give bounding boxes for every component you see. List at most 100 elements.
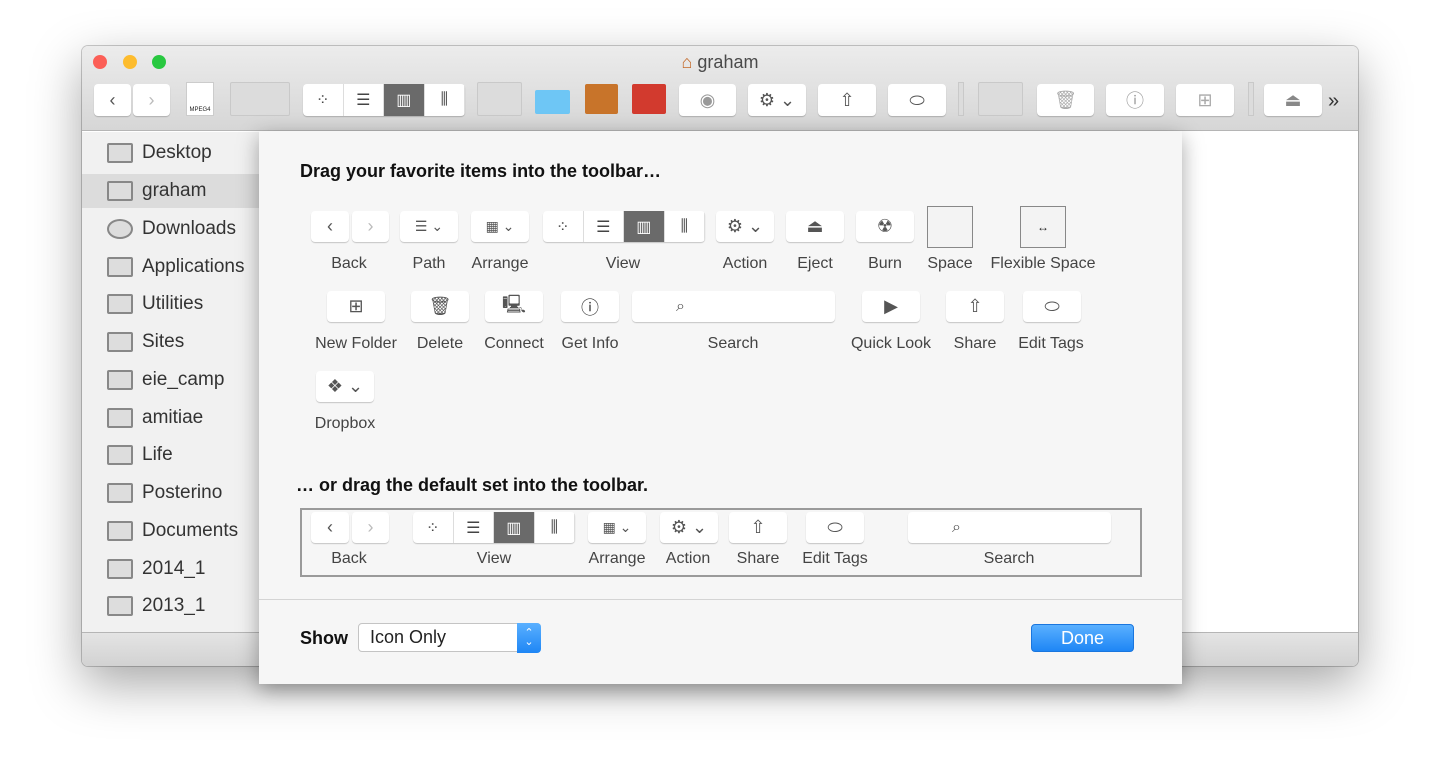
- trash-icon: 🗑︎: [1054, 89, 1077, 110]
- palette-space-item[interactable]: [927, 206, 973, 248]
- default-label: Share: [736, 550, 780, 567]
- gear-icon: ⚙ ⌄: [726, 216, 764, 236]
- new-folder-icon: ⊞: [1197, 89, 1213, 110]
- cover-flow-icon[interactable]: ⫼: [425, 84, 465, 116]
- photo-folder-icon[interactable]: [585, 84, 618, 114]
- delete-button[interactable]: 🗑︎: [1037, 84, 1094, 116]
- sidebar-item-amitiae[interactable]: amitiae: [82, 401, 260, 435]
- sidebar-label: graham: [142, 180, 207, 201]
- sidebar-label: Applications: [142, 256, 245, 277]
- sidebar-item-documents[interactable]: Documents: [82, 514, 260, 548]
- burn-icon: ☢: [876, 216, 894, 236]
- sidebar-item-applications[interactable]: Applications: [82, 250, 260, 284]
- palette-path-button[interactable]: ☰ ⌄: [400, 211, 458, 242]
- view-segmented-control[interactable]: ⁘ ☰ ▥ ⫼: [303, 84, 465, 116]
- sidebar-item-downloads[interactable]: Downloads: [82, 212, 260, 246]
- palette-search-field[interactable]: ⌕: [632, 291, 835, 322]
- forward-button[interactable]: ›: [133, 84, 170, 116]
- play-icon: ▶: [884, 296, 898, 316]
- desktop-icon: [107, 143, 133, 163]
- default-set-heading: … or drag the default set into the toolb…: [296, 475, 649, 495]
- palette-edit-tags-button[interactable]: ⬭: [1023, 291, 1081, 322]
- palette-label: Arrange: [471, 255, 529, 272]
- palette-label: Delete: [416, 335, 464, 352]
- palette-share-button[interactable]: ⇧: [946, 291, 1004, 322]
- toolbar-space: [230, 82, 290, 116]
- show-popup[interactable]: Icon Only ⌃ ⌄: [358, 623, 541, 653]
- default-view-control: ⁘ ☰ ▥ ⫼: [413, 512, 575, 543]
- palette-view-control[interactable]: ⁘ ☰ ▥ ⫼: [543, 211, 705, 242]
- chevron-right-icon: ›: [367, 216, 374, 236]
- icon-view-icon[interactable]: ⁘: [303, 84, 344, 116]
- palette-burn-button[interactable]: ☢: [856, 211, 914, 242]
- palette-get-info-button[interactable]: ⓘ: [561, 291, 619, 322]
- gear-icon: ⚙ ⌄: [670, 517, 708, 537]
- done-button[interactable]: Done: [1031, 624, 1134, 652]
- palette-label: Action: [722, 255, 768, 272]
- eject-icon: ⏏: [806, 216, 824, 236]
- toolbar-overflow-button[interactable]: »: [1328, 90, 1339, 113]
- folder-icon: [107, 559, 133, 579]
- chevron-left-icon: ‹: [327, 216, 333, 236]
- get-info-button[interactable]: ⓘ: [1106, 84, 1164, 116]
- edit-tags-button[interactable]: ⬭: [888, 84, 946, 116]
- sidebar-item-utilities[interactable]: Utilities: [82, 287, 260, 321]
- palette-label: Eject: [797, 255, 833, 272]
- palette-label: Connect: [484, 335, 544, 352]
- folder-icon: [107, 294, 133, 314]
- divider: [259, 599, 1182, 600]
- art-folder-icon[interactable]: [632, 84, 666, 114]
- back-button[interactable]: ‹: [94, 84, 131, 116]
- folder-icon[interactable]: [535, 90, 570, 114]
- palette-forward-button[interactable]: ›: [352, 211, 389, 242]
- folder-icon: [107, 483, 133, 503]
- sidebar-label: Sites: [142, 331, 185, 352]
- new-folder-button[interactable]: ⊞: [1176, 84, 1234, 116]
- share-button[interactable]: ⇧: [818, 84, 876, 116]
- list-view-icon[interactable]: ☰: [344, 84, 384, 116]
- search-icon: ⌕: [676, 297, 685, 315]
- palette-action-button[interactable]: ⚙ ⌄: [716, 211, 774, 242]
- sidebar-item-graham[interactable]: graham: [82, 174, 260, 208]
- sidebar-item-eie-camp[interactable]: eie_camp: [82, 363, 260, 397]
- connect-icon: 🖳: [501, 293, 526, 314]
- quick-look-button[interactable]: ◉: [679, 84, 736, 116]
- sidebar-item-desktop[interactable]: Desktop: [82, 136, 260, 170]
- palette-label: Space: [927, 255, 973, 272]
- column-view-icon[interactable]: ▥: [384, 84, 425, 116]
- mpeg4-file-icon[interactable]: MPEG4: [186, 82, 214, 116]
- palette-new-folder-button[interactable]: ⊞: [327, 291, 385, 322]
- palette-eject-button[interactable]: ⏏: [786, 211, 844, 242]
- eye-icon: ◉: [699, 89, 716, 110]
- toolbar-space: [477, 82, 522, 116]
- sidebar-item-life[interactable]: Life: [82, 438, 260, 472]
- arrange-icon: ▦ ⌄: [485, 218, 515, 234]
- palette-delete-button[interactable]: 🗑︎: [411, 291, 469, 322]
- sidebar-item-sites[interactable]: Sites: [82, 325, 260, 359]
- column-view-icon: ▥: [494, 512, 535, 543]
- default-label: Action: [665, 550, 711, 567]
- folder-icon: [107, 408, 133, 428]
- action-button[interactable]: ⚙ ⌄: [748, 84, 806, 116]
- sidebar-item-2014-1[interactable]: 2014_1: [82, 552, 260, 586]
- palette-arrange-button[interactable]: ▦ ⌄: [471, 211, 529, 242]
- sidebar-label: Downloads: [142, 218, 236, 239]
- sidebar-item-posterino[interactable]: Posterino: [82, 476, 260, 510]
- palette-label: Search: [707, 335, 759, 352]
- palette-flexible-space-item[interactable]: ↔: [1020, 206, 1066, 248]
- search-icon: ⌕: [952, 518, 961, 536]
- palette-quick-look-button[interactable]: ▶: [862, 291, 920, 322]
- palette-connect-button[interactable]: 🖳: [485, 291, 543, 322]
- palette-back-button[interactable]: ‹: [311, 211, 349, 242]
- sidebar-label: Life: [142, 444, 173, 465]
- default-action-button: ⚙ ⌄: [660, 512, 718, 543]
- palette-dropbox-button[interactable]: ❖ ⌄: [316, 371, 374, 402]
- sidebar-item-2013-1[interactable]: 2013_1: [82, 589, 260, 623]
- sidebar-label: Desktop: [142, 142, 212, 163]
- eject-button[interactable]: ⏏: [1264, 84, 1322, 116]
- default-share-button: ⇧: [729, 512, 787, 543]
- palette-label: New Folder: [315, 335, 397, 352]
- arrange-icon: ▦ ⌄: [602, 519, 632, 535]
- sidebar-label: eie_camp: [142, 369, 225, 390]
- palette-label: Edit Tags: [1018, 335, 1084, 352]
